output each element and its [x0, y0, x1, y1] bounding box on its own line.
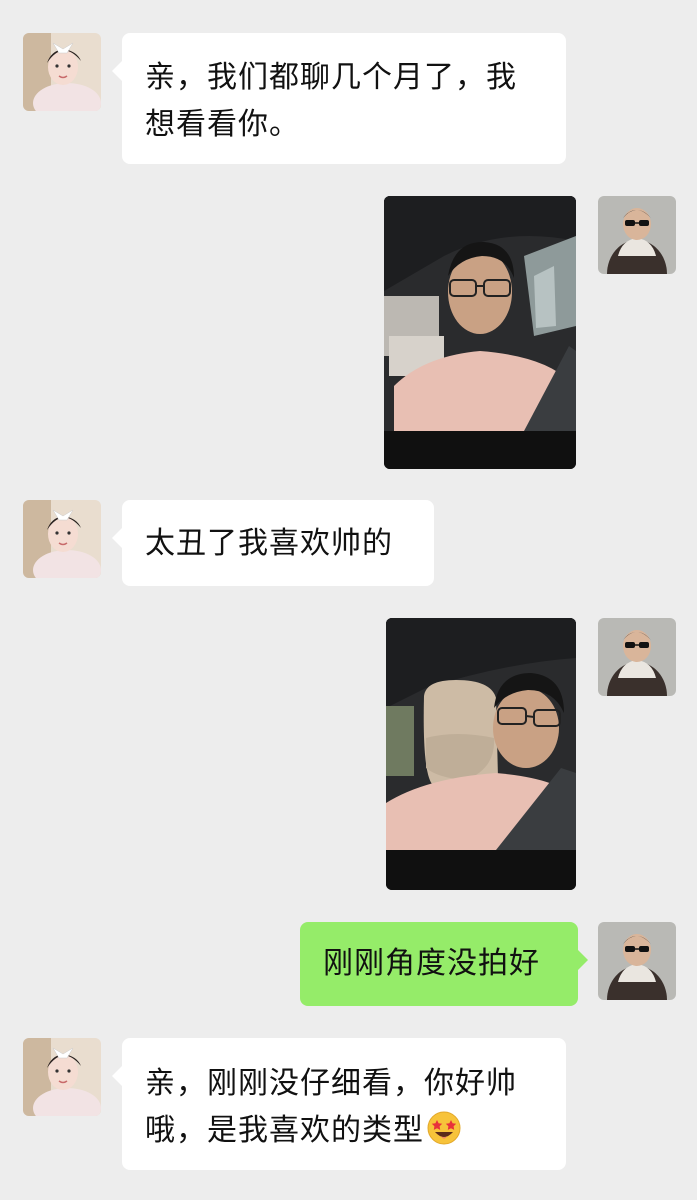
user-avatar[interactable]: [598, 922, 676, 1000]
message-line-with-emoji: 哦，是我喜欢的类型: [145, 1107, 546, 1154]
message-line: 亲，刚刚没仔细看，你好帅: [145, 1066, 517, 1101]
message-bubble-incoming[interactable]: 亲，我们都聊几个月了，我 想看看你。: [112, 33, 566, 164]
message-line: 哦，是我喜欢的类型: [145, 1113, 424, 1148]
star-struck-face-icon: [426, 1110, 462, 1146]
user-avatar[interactable]: [598, 618, 676, 696]
message-text: 刚刚角度没拍好: [323, 946, 540, 981]
photo-message[interactable]: [386, 618, 576, 890]
contact-avatar[interactable]: [23, 1038, 101, 1116]
contact-avatar[interactable]: [23, 500, 101, 578]
contact-avatar[interactable]: [23, 33, 101, 111]
message-line: 想看看你。: [145, 107, 300, 142]
message-bubble-incoming[interactable]: 太丑了我喜欢帅的: [112, 500, 434, 586]
message-bubble-incoming[interactable]: 亲，刚刚没仔细看，你好帅 哦，是我喜欢的类型: [112, 1038, 566, 1170]
message-text: 太丑了我喜欢帅的: [145, 526, 393, 561]
message-line: 亲，我们都聊几个月了，我: [145, 60, 517, 95]
message-bubble-outgoing[interactable]: 刚刚角度没拍好: [300, 922, 588, 1006]
user-avatar[interactable]: [598, 196, 676, 274]
photo-message[interactable]: [384, 196, 576, 469]
